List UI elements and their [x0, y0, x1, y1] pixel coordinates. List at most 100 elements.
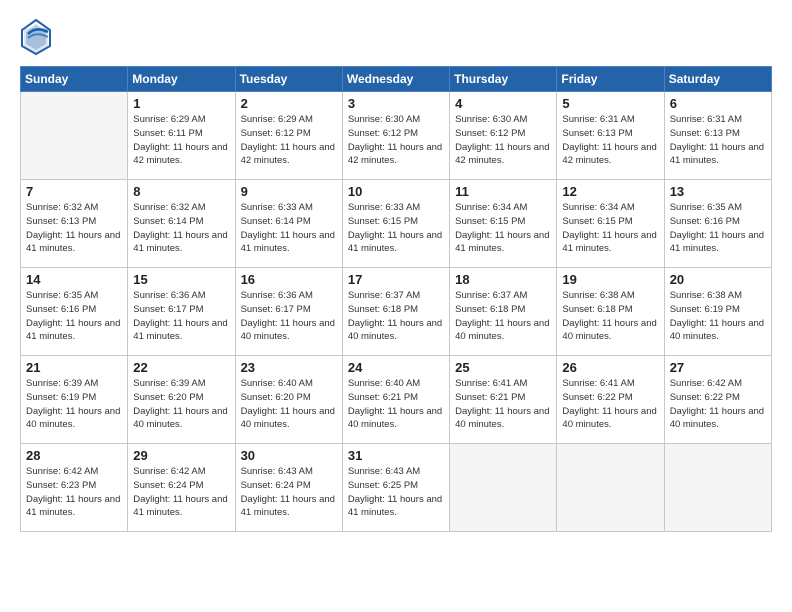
sunset: Sunset: 6:12 PM — [455, 128, 525, 139]
day-info: Sunrise: 6:37 AM Sunset: 6:18 PM Dayligh… — [348, 289, 444, 344]
sunrise: Sunrise: 6:31 AM — [670, 114, 742, 125]
day-number: 24 — [348, 360, 444, 375]
calendar-cell: 11 Sunrise: 6:34 AM Sunset: 6:15 PM Dayl… — [450, 180, 557, 268]
sunset: Sunset: 6:20 PM — [241, 392, 311, 403]
day-number: 21 — [26, 360, 122, 375]
sunrise: Sunrise: 6:35 AM — [26, 290, 98, 301]
day-number: 1 — [133, 96, 229, 111]
day-info: Sunrise: 6:30 AM Sunset: 6:12 PM Dayligh… — [455, 113, 551, 168]
sunrise: Sunrise: 6:42 AM — [670, 378, 742, 389]
daylight: Daylight: 11 hours and 41 minutes. — [133, 230, 227, 255]
day-number: 3 — [348, 96, 444, 111]
calendar-cell: 30 Sunrise: 6:43 AM Sunset: 6:24 PM Dayl… — [235, 444, 342, 532]
day-number: 29 — [133, 448, 229, 463]
header — [20, 18, 772, 56]
calendar-cell: 27 Sunrise: 6:42 AM Sunset: 6:22 PM Dayl… — [664, 356, 771, 444]
day-info: Sunrise: 6:41 AM Sunset: 6:22 PM Dayligh… — [562, 377, 658, 432]
day-info: Sunrise: 6:38 AM Sunset: 6:18 PM Dayligh… — [562, 289, 658, 344]
day-info: Sunrise: 6:42 AM Sunset: 6:22 PM Dayligh… — [670, 377, 766, 432]
day-info: Sunrise: 6:40 AM Sunset: 6:21 PM Dayligh… — [348, 377, 444, 432]
calendar-cell: 31 Sunrise: 6:43 AM Sunset: 6:25 PM Dayl… — [342, 444, 449, 532]
sunrise: Sunrise: 6:36 AM — [133, 290, 205, 301]
day-info: Sunrise: 6:41 AM Sunset: 6:21 PM Dayligh… — [455, 377, 551, 432]
sunrise: Sunrise: 6:42 AM — [26, 466, 98, 477]
day-number: 9 — [241, 184, 337, 199]
day-info: Sunrise: 6:37 AM Sunset: 6:18 PM Dayligh… — [455, 289, 551, 344]
day-info: Sunrise: 6:34 AM Sunset: 6:15 PM Dayligh… — [455, 201, 551, 256]
daylight: Daylight: 11 hours and 40 minutes. — [241, 406, 335, 431]
day-number: 4 — [455, 96, 551, 111]
sunrise: Sunrise: 6:29 AM — [241, 114, 313, 125]
daylight: Daylight: 11 hours and 41 minutes. — [26, 318, 120, 343]
daylight: Daylight: 11 hours and 41 minutes. — [133, 318, 227, 343]
sunset: Sunset: 6:11 PM — [133, 128, 203, 139]
daylight: Daylight: 11 hours and 41 minutes. — [348, 494, 442, 519]
sunrise: Sunrise: 6:30 AM — [348, 114, 420, 125]
day-number: 2 — [241, 96, 337, 111]
weekday-header: Thursday — [450, 67, 557, 92]
calendar-cell: 2 Sunrise: 6:29 AM Sunset: 6:12 PM Dayli… — [235, 92, 342, 180]
daylight: Daylight: 11 hours and 42 minutes. — [455, 142, 549, 167]
sunrise: Sunrise: 6:40 AM — [241, 378, 313, 389]
logo — [20, 18, 54, 56]
sunset: Sunset: 6:13 PM — [670, 128, 740, 139]
calendar-week-row: 28 Sunrise: 6:42 AM Sunset: 6:23 PM Dayl… — [21, 444, 772, 532]
daylight: Daylight: 11 hours and 40 minutes. — [670, 318, 764, 343]
weekday-header: Tuesday — [235, 67, 342, 92]
daylight: Daylight: 11 hours and 40 minutes. — [670, 406, 764, 431]
sunset: Sunset: 6:12 PM — [241, 128, 311, 139]
day-info: Sunrise: 6:36 AM Sunset: 6:17 PM Dayligh… — [133, 289, 229, 344]
calendar-cell: 14 Sunrise: 6:35 AM Sunset: 6:16 PM Dayl… — [21, 268, 128, 356]
day-number: 15 — [133, 272, 229, 287]
calendar-cell: 20 Sunrise: 6:38 AM Sunset: 6:19 PM Dayl… — [664, 268, 771, 356]
calendar-cell: 1 Sunrise: 6:29 AM Sunset: 6:11 PM Dayli… — [128, 92, 235, 180]
sunrise: Sunrise: 6:40 AM — [348, 378, 420, 389]
sunrise: Sunrise: 6:41 AM — [562, 378, 634, 389]
calendar-cell: 26 Sunrise: 6:41 AM Sunset: 6:22 PM Dayl… — [557, 356, 664, 444]
daylight: Daylight: 11 hours and 40 minutes. — [26, 406, 120, 431]
day-number: 6 — [670, 96, 766, 111]
daylight: Daylight: 11 hours and 41 minutes. — [241, 494, 335, 519]
sunrise: Sunrise: 6:35 AM — [670, 202, 742, 213]
sunrise: Sunrise: 6:32 AM — [133, 202, 205, 213]
daylight: Daylight: 11 hours and 42 minutes. — [133, 142, 227, 167]
calendar-cell: 21 Sunrise: 6:39 AM Sunset: 6:19 PM Dayl… — [21, 356, 128, 444]
calendar-cell: 17 Sunrise: 6:37 AM Sunset: 6:18 PM Dayl… — [342, 268, 449, 356]
day-info: Sunrise: 6:33 AM Sunset: 6:14 PM Dayligh… — [241, 201, 337, 256]
day-number: 16 — [241, 272, 337, 287]
day-number: 18 — [455, 272, 551, 287]
sunrise: Sunrise: 6:37 AM — [348, 290, 420, 301]
sunrise: Sunrise: 6:31 AM — [562, 114, 634, 125]
day-info: Sunrise: 6:29 AM Sunset: 6:12 PM Dayligh… — [241, 113, 337, 168]
day-number: 25 — [455, 360, 551, 375]
calendar-cell: 29 Sunrise: 6:42 AM Sunset: 6:24 PM Dayl… — [128, 444, 235, 532]
weekday-header-row: SundayMondayTuesdayWednesdayThursdayFrid… — [21, 67, 772, 92]
sunset: Sunset: 6:17 PM — [133, 304, 203, 315]
day-info: Sunrise: 6:36 AM Sunset: 6:17 PM Dayligh… — [241, 289, 337, 344]
sunrise: Sunrise: 6:38 AM — [562, 290, 634, 301]
weekday-header: Monday — [128, 67, 235, 92]
day-info: Sunrise: 6:43 AM Sunset: 6:24 PM Dayligh… — [241, 465, 337, 520]
sunset: Sunset: 6:22 PM — [670, 392, 740, 403]
calendar-cell: 22 Sunrise: 6:39 AM Sunset: 6:20 PM Dayl… — [128, 356, 235, 444]
day-number: 28 — [26, 448, 122, 463]
sunrise: Sunrise: 6:39 AM — [133, 378, 205, 389]
day-number: 10 — [348, 184, 444, 199]
day-info: Sunrise: 6:29 AM Sunset: 6:11 PM Dayligh… — [133, 113, 229, 168]
sunset: Sunset: 6:15 PM — [562, 216, 632, 227]
sunrise: Sunrise: 6:32 AM — [26, 202, 98, 213]
calendar-cell: 10 Sunrise: 6:33 AM Sunset: 6:15 PM Dayl… — [342, 180, 449, 268]
sunset: Sunset: 6:15 PM — [455, 216, 525, 227]
calendar-cell: 12 Sunrise: 6:34 AM Sunset: 6:15 PM Dayl… — [557, 180, 664, 268]
day-info: Sunrise: 6:38 AM Sunset: 6:19 PM Dayligh… — [670, 289, 766, 344]
sunset: Sunset: 6:20 PM — [133, 392, 203, 403]
sunrise: Sunrise: 6:41 AM — [455, 378, 527, 389]
calendar-cell: 9 Sunrise: 6:33 AM Sunset: 6:14 PM Dayli… — [235, 180, 342, 268]
day-info: Sunrise: 6:31 AM Sunset: 6:13 PM Dayligh… — [562, 113, 658, 168]
sunset: Sunset: 6:24 PM — [133, 480, 203, 491]
calendar-cell: 3 Sunrise: 6:30 AM Sunset: 6:12 PM Dayli… — [342, 92, 449, 180]
weekday-header: Sunday — [21, 67, 128, 92]
calendar-cell — [21, 92, 128, 180]
daylight: Daylight: 11 hours and 41 minutes. — [455, 230, 549, 255]
sunset: Sunset: 6:16 PM — [26, 304, 96, 315]
